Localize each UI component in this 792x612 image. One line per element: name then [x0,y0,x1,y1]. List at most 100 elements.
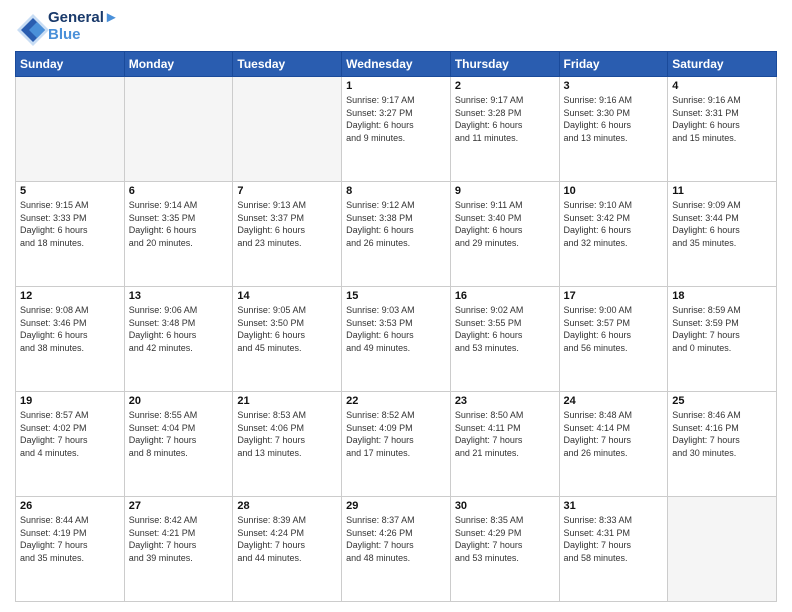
day-number: 30 [455,500,555,512]
day-number: 7 [237,185,337,197]
day-info: Sunrise: 8:33 AM Sunset: 4:31 PM Dayligh… [564,514,664,564]
day-info: Sunrise: 8:48 AM Sunset: 4:14 PM Dayligh… [564,409,664,459]
day-number: 25 [672,395,772,407]
logo-text: General► Blue [48,10,119,43]
day-info: Sunrise: 9:14 AM Sunset: 3:35 PM Dayligh… [129,199,229,249]
day-number: 3 [564,80,664,92]
calendar-cell: 14 Sunrise: 9:05 AM Sunset: 3:50 PM Dayli… [233,287,342,392]
day-info: Sunrise: 8:44 AM Sunset: 4:19 PM Dayligh… [20,514,120,564]
day-number: 16 [455,290,555,302]
week-row-0: 1 Sunrise: 9:17 AM Sunset: 3:27 PM Daylig… [16,77,777,182]
day-info: Sunrise: 9:17 AM Sunset: 3:27 PM Dayligh… [346,94,446,144]
weekday-header-sunday: Sunday [16,52,125,77]
calendar-cell: 22Sunrise: 8:52 AM Sunset: 4:09 PM Dayli… [342,392,451,497]
day-number: 4 [672,80,772,92]
calendar-cell: 9 Sunrise: 9:11 AM Sunset: 3:40 PM Daylig… [450,182,559,287]
calendar-cell: 30 Sunrise: 8:35 AM Sunset: 4:29 PM Dayli… [450,497,559,602]
day-number: 12 [20,290,120,302]
logo-icon [15,12,45,42]
calendar-cell: 25 Sunrise: 8:46 AM Sunset: 4:16 PM Dayli… [668,392,777,497]
day-number: 24 [564,395,664,407]
week-row-1: 5Sunrise: 9:15 AM Sunset: 3:33 PM Daylig… [16,182,777,287]
day-number: 20 [129,395,229,407]
day-info: Sunrise: 9:09 AM Sunset: 3:44 PM Dayligh… [672,199,772,249]
calendar-cell: 2 Sunrise: 9:17 AM Sunset: 3:28 PM Daylig… [450,77,559,182]
day-number: 2 [455,80,555,92]
calendar-cell [668,497,777,602]
header: General► Blue [15,10,777,43]
week-row-2: 12 Sunrise: 9:08 AM Sunset: 3:46 PM Dayli… [16,287,777,392]
calendar-cell: 17 Sunrise: 9:00 AM Sunset: 3:57 PM Dayli… [559,287,668,392]
weekday-header-row: SundayMondayTuesdayWednesdayThursdayFrid… [16,52,777,77]
day-number: 15 [346,290,446,302]
day-number: 6 [129,185,229,197]
day-info: Sunrise: 9:13 AM Sunset: 3:37 PM Dayligh… [237,199,337,249]
calendar-cell: 31Sunrise: 8:33 AM Sunset: 4:31 PM Dayli… [559,497,668,602]
calendar-table: SundayMondayTuesdayWednesdayThursdayFrid… [15,51,777,602]
calendar-cell: 13 Sunrise: 9:06 AM Sunset: 3:48 PM Dayli… [124,287,233,392]
day-number: 23 [455,395,555,407]
day-number: 14 [237,290,337,302]
day-info: Sunrise: 9:08 AM Sunset: 3:46 PM Dayligh… [20,304,120,354]
calendar-cell: 10Sunrise: 9:10 AM Sunset: 3:42 PM Dayli… [559,182,668,287]
day-number: 26 [20,500,120,512]
day-info: Sunrise: 9:02 AM Sunset: 3:55 PM Dayligh… [455,304,555,354]
calendar-cell [124,77,233,182]
day-info: Sunrise: 9:12 AM Sunset: 3:38 PM Dayligh… [346,199,446,249]
day-info: Sunrise: 9:11 AM Sunset: 3:40 PM Dayligh… [455,199,555,249]
day-info: Sunrise: 9:10 AM Sunset: 3:42 PM Dayligh… [564,199,664,249]
day-number: 11 [672,185,772,197]
weekday-header-saturday: Saturday [668,52,777,77]
day-info: Sunrise: 8:35 AM Sunset: 4:29 PM Dayligh… [455,514,555,564]
day-info: Sunrise: 8:46 AM Sunset: 4:16 PM Dayligh… [672,409,772,459]
calendar-cell: 8 Sunrise: 9:12 AM Sunset: 3:38 PM Daylig… [342,182,451,287]
weekday-header-thursday: Thursday [450,52,559,77]
day-info: Sunrise: 9:15 AM Sunset: 3:33 PM Dayligh… [20,199,120,249]
day-info: Sunrise: 9:05 AM Sunset: 3:50 PM Dayligh… [237,304,337,354]
calendar-cell: 23 Sunrise: 8:50 AM Sunset: 4:11 PM Dayli… [450,392,559,497]
day-number: 21 [237,395,337,407]
page: General► Blue SundayMondayTuesdayWednesd… [0,0,792,612]
weekday-header-wednesday: Wednesday [342,52,451,77]
calendar-cell: 20Sunrise: 8:55 AM Sunset: 4:04 PM Dayli… [124,392,233,497]
calendar-cell: 18 Sunrise: 8:59 AM Sunset: 3:59 PM Dayli… [668,287,777,392]
day-number: 13 [129,290,229,302]
calendar-cell: 29Sunrise: 8:37 AM Sunset: 4:26 PM Dayli… [342,497,451,602]
calendar-cell: 16 Sunrise: 9:02 AM Sunset: 3:55 PM Dayli… [450,287,559,392]
calendar-cell: 15 Sunrise: 9:03 AM Sunset: 3:53 PM Dayli… [342,287,451,392]
week-row-3: 19Sunrise: 8:57 AM Sunset: 4:02 PM Dayli… [16,392,777,497]
calendar-cell: 28 Sunrise: 8:39 AM Sunset: 4:24 PM Dayli… [233,497,342,602]
weekday-header-monday: Monday [124,52,233,77]
calendar-cell: 11 Sunrise: 9:09 AM Sunset: 3:44 PM Dayli… [668,182,777,287]
calendar-cell: 4 Sunrise: 9:16 AM Sunset: 3:31 PM Daylig… [668,77,777,182]
day-number: 8 [346,185,446,197]
calendar-cell: 5Sunrise: 9:15 AM Sunset: 3:33 PM Daylig… [16,182,125,287]
day-info: Sunrise: 9:06 AM Sunset: 3:48 PM Dayligh… [129,304,229,354]
day-info: Sunrise: 8:42 AM Sunset: 4:21 PM Dayligh… [129,514,229,564]
day-number: 9 [455,185,555,197]
day-info: Sunrise: 8:52 AM Sunset: 4:09 PM Dayligh… [346,409,446,459]
day-info: Sunrise: 9:03 AM Sunset: 3:53 PM Dayligh… [346,304,446,354]
day-info: Sunrise: 8:39 AM Sunset: 4:24 PM Dayligh… [237,514,337,564]
day-number: 28 [237,500,337,512]
day-number: 17 [564,290,664,302]
calendar-cell: 27 Sunrise: 8:42 AM Sunset: 4:21 PM Dayli… [124,497,233,602]
day-info: Sunrise: 9:17 AM Sunset: 3:28 PM Dayligh… [455,94,555,144]
day-info: Sunrise: 8:57 AM Sunset: 4:02 PM Dayligh… [20,409,120,459]
calendar-cell: 19Sunrise: 8:57 AM Sunset: 4:02 PM Dayli… [16,392,125,497]
day-info: Sunrise: 9:00 AM Sunset: 3:57 PM Dayligh… [564,304,664,354]
week-row-4: 26 Sunrise: 8:44 AM Sunset: 4:19 PM Dayli… [16,497,777,602]
day-number: 1 [346,80,446,92]
calendar-cell: 24 Sunrise: 8:48 AM Sunset: 4:14 PM Dayli… [559,392,668,497]
calendar-cell: 6 Sunrise: 9:14 AM Sunset: 3:35 PM Daylig… [124,182,233,287]
calendar-cell [233,77,342,182]
calendar-cell [16,77,125,182]
day-number: 29 [346,500,446,512]
day-info: Sunrise: 8:59 AM Sunset: 3:59 PM Dayligh… [672,304,772,354]
day-number: 27 [129,500,229,512]
day-info: Sunrise: 8:50 AM Sunset: 4:11 PM Dayligh… [455,409,555,459]
day-info: Sunrise: 9:16 AM Sunset: 3:31 PM Dayligh… [672,94,772,144]
day-info: Sunrise: 8:53 AM Sunset: 4:06 PM Dayligh… [237,409,337,459]
calendar-cell: 26 Sunrise: 8:44 AM Sunset: 4:19 PM Dayli… [16,497,125,602]
day-number: 18 [672,290,772,302]
